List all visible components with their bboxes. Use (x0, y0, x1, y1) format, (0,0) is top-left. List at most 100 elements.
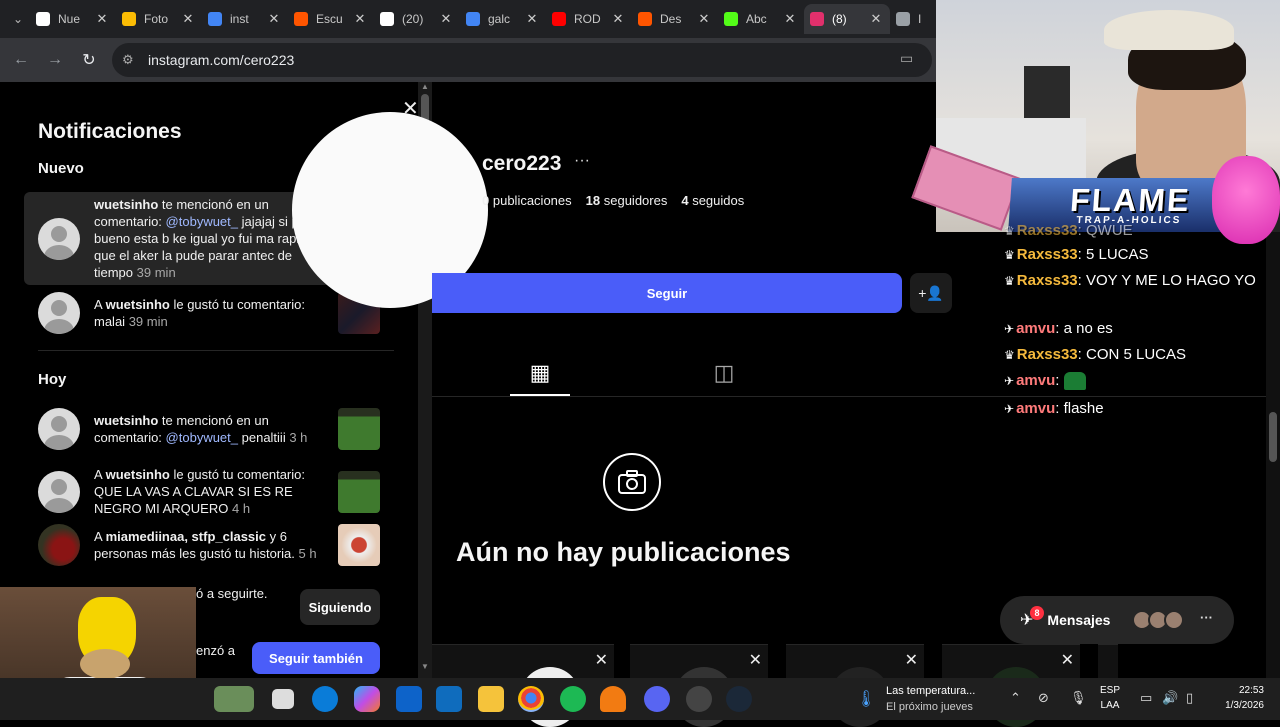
url-text: instagram.com/cero223 (148, 52, 295, 68)
avatar[interactable] (38, 524, 80, 566)
followers-stat[interactable]: 18 seguidores (586, 193, 668, 208)
close-tab-icon[interactable]: ✕ (524, 11, 540, 27)
tab-label: Escu (316, 12, 343, 26)
browser-tab[interactable]: (8) ✕ (804, 4, 890, 34)
close-tab-icon[interactable]: ✕ (868, 11, 884, 27)
taskbar: 🌡 Las temperatura... El próximo jueves ⌃… (0, 678, 1280, 720)
language-indicator[interactable]: ESP LAA (1100, 683, 1120, 713)
chevron-up-icon[interactable]: ⌃ (1010, 690, 1021, 706)
display-icon[interactable]: ▭ (1140, 690, 1152, 706)
back-icon[interactable]: ← (4, 51, 38, 69)
widgets-icon[interactable] (214, 686, 254, 712)
tab-search-dropdown-icon[interactable]: ⌄ (6, 7, 30, 31)
store-icon[interactable] (396, 686, 422, 712)
profile-stats: 0 publicaciones 18 seguidores 4 seguidos (482, 193, 744, 208)
tagged-tab-icon[interactable]: ◫ (704, 360, 744, 396)
forward-icon[interactable]: → (38, 51, 72, 69)
outlook-icon[interactable] (436, 686, 462, 712)
browser-tab[interactable]: galc ✕ (460, 4, 546, 34)
scroll-down-icon[interactable]: ▼ (421, 662, 429, 671)
avatar[interactable] (38, 408, 80, 450)
post-thumbnail[interactable] (338, 470, 380, 513)
camera-icon (603, 453, 661, 511)
folder-icon[interactable] (478, 686, 504, 712)
post-thumbnail[interactable] (338, 408, 380, 450)
profile-username: cero223 (482, 152, 562, 175)
notification-item[interactable]: A wuetsinho le gustó tu comentario: QUE … (24, 462, 394, 521)
browser-tab[interactable]: Foto ✕ (116, 4, 202, 34)
site-info-icon[interactable]: ⚙ (122, 52, 138, 68)
battery-icon[interactable]: ▯ (1186, 690, 1193, 706)
edge-icon[interactable] (312, 686, 338, 712)
soundcloud-icon[interactable] (600, 686, 626, 712)
chat-line: ♛ Raxss33: CON 5 LUCAS (1004, 346, 1187, 363)
close-tab-icon[interactable]: ✕ (438, 11, 454, 27)
address-bar[interactable]: ⚙ instagram.com/cero223 (112, 43, 932, 77)
messages-button[interactable]: ✈ 8 Mensajes ··· (1000, 596, 1234, 644)
volume-icon[interactable]: 🔊 (1162, 690, 1178, 706)
no-posts-heading: Aún no hay publicaciones (456, 537, 791, 567)
more-options-icon[interactable]: ··· (574, 152, 590, 170)
network-off-icon[interactable]: ⊘ (1038, 690, 1049, 706)
browser-tab[interactable]: Des ✕ (632, 4, 718, 34)
homer-mouth (80, 649, 130, 679)
discord-icon[interactable] (644, 686, 670, 712)
close-tab-icon[interactable]: ✕ (782, 11, 798, 27)
browser-tab[interactable]: Escu ✕ (288, 4, 374, 34)
file-icon[interactable] (272, 689, 294, 709)
messages-label: Mensajes (1047, 612, 1111, 628)
follow-back-button[interactable]: Seguir también (252, 642, 380, 674)
scroll-thumb[interactable] (1269, 412, 1277, 462)
divider (38, 350, 394, 351)
browser-tab[interactable]: Nue ✕ (30, 4, 116, 34)
browser-tab[interactable]: Abc ✕ (718, 4, 804, 34)
close-tab-icon[interactable]: ✕ (94, 11, 110, 27)
close-tab-icon[interactable]: ✕ (266, 11, 282, 27)
close-icon[interactable]: ✕ (595, 650, 608, 670)
notification-item[interactable]: A miamediinaa, stfp_classic y 6 personas… (24, 520, 394, 570)
weather-widget[interactable]: 🌡 Las temperatura... El próximo jueves (856, 683, 975, 715)
kick-icon (724, 12, 738, 26)
section-today: Hoy (38, 371, 67, 388)
steam-icon[interactable] (726, 686, 752, 712)
notification-item[interactable]: A wuetsinho le gustó tu comentario: mala… (24, 288, 394, 338)
avatar[interactable] (38, 470, 80, 513)
chrome-icon[interactable] (518, 686, 544, 712)
add-user-icon[interactable]: +👤 (910, 273, 952, 313)
close-tab-icon[interactable]: ✕ (610, 11, 626, 27)
tab-label: Des (660, 12, 682, 26)
avatar[interactable] (38, 217, 80, 260)
photos-icon (122, 12, 136, 26)
browser-tab[interactable]: (20) ✕ (374, 4, 460, 34)
follow-button[interactable]: Seguir (432, 273, 902, 313)
microphone-icon[interactable]: 🎙 (1070, 690, 1087, 706)
posts-grid-tab-icon[interactable]: ▦ (510, 360, 570, 396)
browser-tab[interactable]: ROD ✕ (546, 4, 632, 34)
weather-title: Las temperatura... (886, 685, 976, 697)
notification-text: ó a seguirte. (196, 586, 268, 601)
reload-icon[interactable]: ↻ (72, 50, 106, 70)
close-icon[interactable]: ✕ (749, 650, 762, 670)
notification-item[interactable]: wuetsinho te mencionó en un comentario: … (24, 404, 394, 454)
spotify-icon[interactable] (560, 686, 586, 712)
system-clock[interactable]: 22:53 1/3/2026 (1212, 683, 1264, 713)
avatar[interactable] (38, 292, 80, 334)
chrome-icon (896, 12, 910, 26)
tab-label: galc (488, 12, 511, 26)
close-tab-icon[interactable]: ✕ (180, 11, 196, 27)
close-icon[interactable]: ✕ (905, 650, 918, 670)
close-icon[interactable]: ✕ (1061, 650, 1074, 670)
copilot-icon[interactable] (354, 686, 380, 712)
obs-icon[interactable] (686, 686, 712, 712)
cast-icon[interactable]: ▭ (900, 50, 913, 67)
close-tab-icon[interactable]: ✕ (352, 11, 368, 27)
following-stat[interactable]: 4 seguidos (681, 193, 744, 208)
avatar (1164, 610, 1184, 630)
following-button[interactable]: Siguiendo (300, 589, 380, 625)
scroll-up-icon[interactable]: ▲ (421, 82, 429, 91)
close-tab-icon[interactable]: ✕ (696, 11, 712, 27)
notification-text: wuetsinho te mencionó en un comentario: … (94, 413, 308, 445)
weather-subtitle: El próximo jueves (886, 701, 973, 713)
browser-tab[interactable]: inst ✕ (202, 4, 288, 34)
story-thumbnail[interactable] (338, 524, 380, 566)
